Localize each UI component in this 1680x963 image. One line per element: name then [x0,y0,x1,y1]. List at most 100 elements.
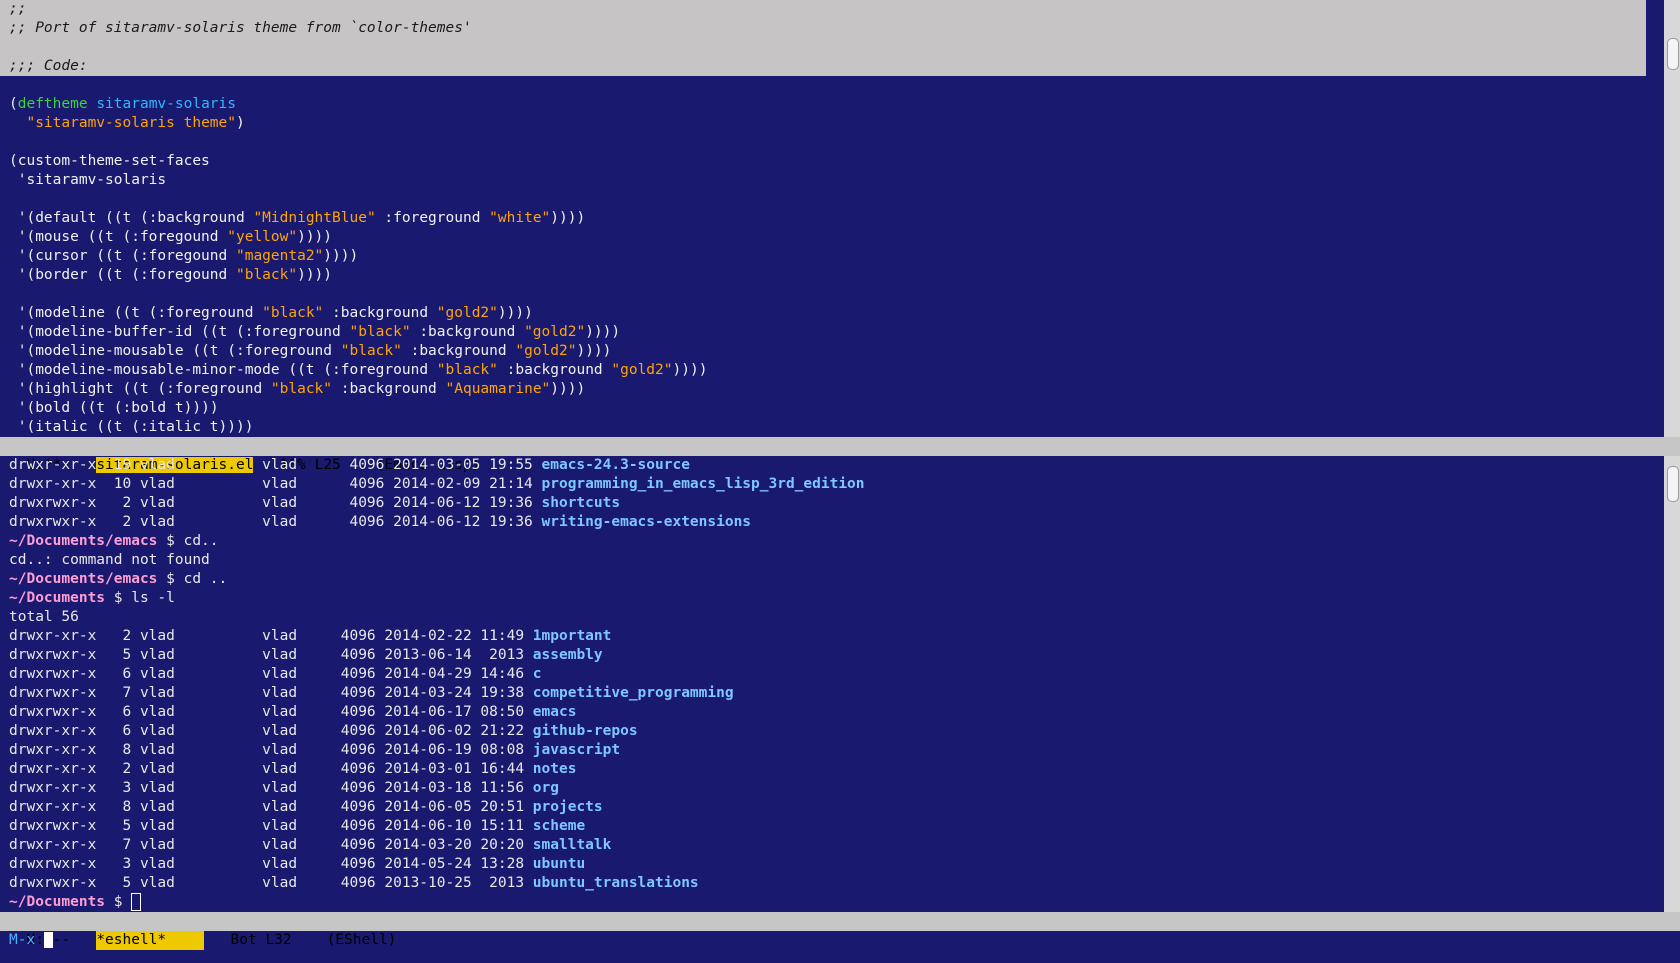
prompt-path: ~/Documents/emacs [9,571,158,587]
shell-output: cd..: command not found [9,552,210,568]
shell-prompt: ~/Documents $ ls -l [0,589,1646,608]
mode-line-top[interactable]: U:**- sitaram-solaris.el 10% L25 (Emacs-… [0,437,1680,473]
ls-meta: drwxr-xr-x 10 vlad vlad 4096 2014-02-09 … [9,476,542,492]
shell-prompt: ~/Documents $ [0,893,1646,912]
face-keyword: :background [332,305,437,321]
directory-name: 1mportant [532,628,612,644]
ls-meta: drwxrwxr-x 7 vlad vlad 4096 2014-03-24 1… [9,685,533,701]
face-keyword: :foregound [139,267,236,283]
string: "sitaramv-solaris theme" [26,115,236,131]
ls-meta: drwxr-xr-x 7 vlad vlad 4096 2014-03-20 2… [9,837,533,853]
face-name: '(default ((t ( [9,210,149,226]
shell-command: $ cd.. [157,533,219,549]
directory-name: emacs [532,704,577,720]
ls-entry: drwxrwxr-x 7 vlad vlad 4096 2014-03-24 1… [0,684,1646,703]
shell-output: total 56 [9,609,79,625]
face-name: '(modeline ((t ( [9,305,158,321]
string: "Aquamarine" [445,381,551,397]
prompt-path: ~/Documents [9,590,106,606]
scrollbar-bottom[interactable] [1664,456,1680,912]
paren: )))) [585,324,621,340]
value: t [174,400,184,416]
ls-entry: drwxrwxr-x 5 vlad vlad 4096 2014-06-10 1… [0,817,1646,836]
paren: )))) [576,343,612,359]
face-spec-line: '(bold ((t (:bold t)))) [0,399,1646,418]
code-body: (deftheme sitaramv-solaris "sitaramv-sol… [0,76,1646,437]
face-spec-line: '(mouse ((t (:foregound "yellow")))) [0,228,1646,247]
string: "white" [489,210,551,226]
directory-name: writing-emacs-extensions [541,514,752,530]
minibuffer[interactable]: M-x [0,931,1646,963]
string: "black" [340,343,402,359]
ls-entry: drwxrwxr-x 5 vlad vlad 4096 2013-10-25 2… [0,874,1646,893]
face-keyword: :background [419,324,525,340]
ls-entry: drwxr-xr-x 8 vlad vlad 4096 2014-06-05 2… [0,798,1646,817]
ls-entry: drwxrwxr-x 6 vlad vlad 4096 2014-06-17 0… [0,703,1646,722]
face-spec-line: '(italic ((t (:italic t)))) [0,418,1646,437]
directory-name: scheme [532,818,586,834]
face-spec-line: '(modeline-mousable ((t (:foreground "bl… [0,342,1646,361]
ls-entry: drwxrwxr-x 6 vlad vlad 4096 2014-04-29 1… [0,665,1646,684]
ls-meta: drwxr-xr-x 2 vlad vlad 4096 2014-03-01 1… [9,761,533,777]
code-line: (deftheme sitaramv-solaris [0,95,1646,114]
ls-meta: drwxrwxr-x 2 vlad vlad 4096 2014-06-12 1… [9,514,542,530]
paren: )))) [497,305,533,321]
prompt-path: ~/Documents [9,894,106,910]
face-name: '(italic ((t ( [9,419,140,435]
face-spec-line: '(default ((t (:background "MidnightBlue… [0,209,1646,228]
text-cursor [43,932,53,948]
prompt-path: ~/Documents/emacs [9,533,158,549]
ls-meta: drwxr-xr-x 3 vlad vlad 4096 2014-03-18 1… [9,780,533,796]
mode-line-bottom[interactable]: U:--- *eshell* Bot L32 (EShell) [0,912,1680,950]
ls-entry: drwxr-xr-x 3 vlad vlad 4096 2014-03-18 1… [0,779,1646,798]
face-keyword: :background [148,210,254,226]
string: "black" [436,362,498,378]
face-keyword: :foreground [157,305,263,321]
face-keyword: :foreground [235,343,341,359]
face-keyword: :foreground [166,381,271,397]
eshell-pane[interactable]: drwxr-xr-x 19 vlad vlad 4096 2014-03-05 … [0,456,1646,912]
string: "black" [262,305,324,321]
ls-meta: drwxr-xr-x 2 vlad vlad 4096 2014-02-22 1… [9,628,533,644]
directory-name: smalltalk [532,837,612,853]
string: "gold2" [436,305,498,321]
shell-command: $ ls -l [105,590,175,606]
function-name: sitaramv-solaris [96,96,236,112]
minibuffer-prompt: M-x [9,932,36,948]
ls-meta: drwxr-xr-x 8 vlad vlad 4096 2014-06-19 0… [9,742,533,758]
ls-meta: drwxrwxr-x 5 vlad vlad 4096 2013-06-14 2… [9,647,533,663]
face-keyword: :background [340,381,446,397]
ls-entry: drwxr-xr-x 10 vlad vlad 4096 2014-02-09 … [0,475,1646,494]
face-spec-line: '(modeline-mousable-minor-mode ((t (:for… [0,361,1646,380]
string: "magenta2" [235,248,324,264]
ls-entry: drwxr-xr-x 2 vlad vlad 4096 2014-03-01 1… [0,760,1646,779]
face-name: '(bold ((t ( [9,400,123,416]
face-name: '(border ((t ( [9,267,140,283]
face-name: '(mouse ((t ( [9,229,132,245]
face-spec-line: '(modeline ((t (:foreground "black" :bac… [0,304,1646,323]
directory-name: javascript [532,742,621,758]
face-keyword: :background [506,362,612,378]
face-keyword: :italic [139,419,210,435]
ls-entry: drwxr-xr-x 8 vlad vlad 4096 2014-06-19 0… [0,741,1646,760]
ls-entry: drwxrwxr-x 3 vlad vlad 4096 2014-05-24 1… [0,855,1646,874]
scrollbar-thumb[interactable] [1667,38,1679,70]
quoted-symbol: 'sitaramv-solaris [9,172,167,188]
comment-header: ;; ;; Port of sitaramv-solaris theme from… [0,0,1646,76]
ls-entry: drwxr-xr-x 19 vlad vlad 4096 2014-03-05 … [0,456,1646,475]
face-name: '(modeline-mousable-minor-mode ((t ( [9,362,333,378]
face-keyword: :foregound [131,229,228,245]
ls-meta: drwxr-xr-x 19 vlad vlad 4096 2014-03-05 … [9,457,542,473]
code-editor-pane[interactable]: ;; ;; Port of sitaramv-solaris theme from… [0,0,1646,437]
scrollbar-thumb[interactable] [1667,466,1679,502]
ls-meta: drwxrwxr-x 5 vlad vlad 4096 2013-10-25 2… [9,875,533,891]
directory-name: org [532,780,559,796]
scrollbar-top[interactable] [1664,0,1680,437]
face-keyword: :foreground [244,324,350,340]
